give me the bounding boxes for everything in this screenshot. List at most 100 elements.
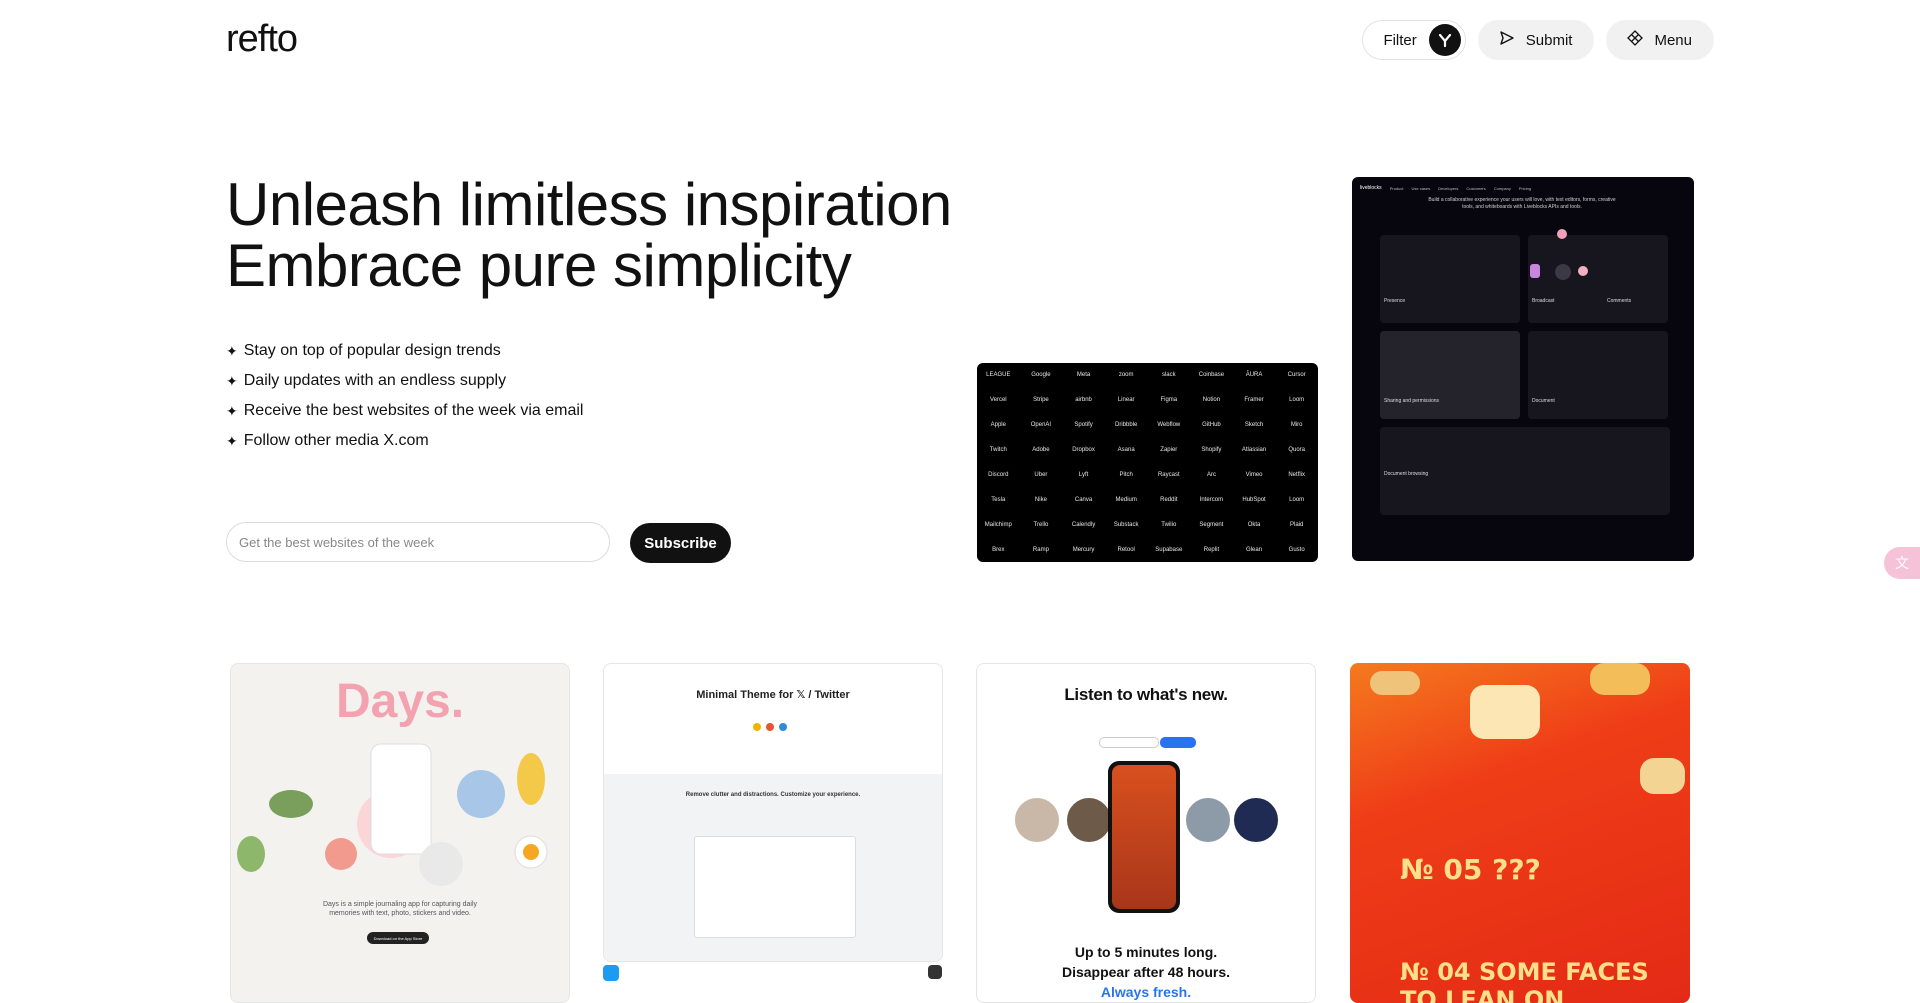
menu-diamond-icon <box>1626 29 1644 51</box>
brand-logo: Netflix <box>1288 471 1306 478</box>
brand-logo: Substack <box>1113 521 1139 528</box>
faces-card[interactable]: № 05 ??? № 04 SOME FACES TO LEAN ON <box>1350 663 1690 1003</box>
speech-bubble <box>1640 758 1685 794</box>
document-label: Document <box>1532 398 1555 404</box>
brand-logo: Nike <box>1034 496 1047 503</box>
broadcast-label: Broadcast <box>1532 298 1555 304</box>
dark-collab-card[interactable]: liveblocks Product Use cases Developers … <box>1352 177 1694 561</box>
pink-dot <box>1557 229 1567 239</box>
twitter-theme-title: Minimal Theme for 𝕏 / Twitter <box>696 689 850 701</box>
document-panel <box>1528 331 1668 419</box>
logo-wall-grid: LEAGUE Google Meta zoom slack Coinbase ĀURA Cur… <box>977 363 1318 562</box>
open-external-icon[interactable] <box>928 965 942 979</box>
brand-logo: Canva <box>1074 496 1093 503</box>
dark-card-nav-item: Customers <box>1466 185 1486 191</box>
brand-logo: Twilio <box>1161 521 1177 528</box>
filter-button[interactable]: Filter <box>1362 20 1466 60</box>
brand-logo: Loom <box>1289 496 1305 503</box>
presence-label: Presence <box>1384 298 1406 304</box>
feature-text: Follow other media X.com <box>243 432 429 449</box>
email-input[interactable] <box>226 522 610 562</box>
listen-footer-line: Always fresh. <box>1100 984 1192 1000</box>
brand-logo: Brex <box>992 546 1005 553</box>
feature-item: ✦ Stay on top of popular design trends <box>226 336 583 366</box>
brand-logo: Glean <box>1246 546 1263 553</box>
sharing-panel <box>1380 331 1520 419</box>
brand-logo: Dropbox <box>1072 447 1095 454</box>
listen-footer: Up to 5 minutes long. Disappear after 48… <box>977 942 1315 1002</box>
dark-card-nav-item: Use cases <box>1411 185 1431 191</box>
safari-icon <box>603 965 619 981</box>
brand-logo: OpenAI <box>1030 422 1052 429</box>
brand-logo: Reddit <box>1160 496 1178 503</box>
filter-icon <box>1428 24 1461 56</box>
brand-logo: Twitch <box>989 447 1007 454</box>
dark-card-nav: liveblocks Product Use cases Developers … <box>1360 183 1686 193</box>
sparkle-icon: ✦ <box>226 432 238 449</box>
menu-button[interactable]: Menu <box>1606 20 1714 60</box>
comments-label: Comments <box>1607 298 1632 304</box>
brand-logo: Vercel <box>989 397 1007 404</box>
brand-logo: Medium <box>1115 496 1137 503</box>
speech-bubble <box>1470 685 1540 739</box>
speech-bubble <box>1370 671 1420 695</box>
twitter-theme-subtitle: Remove clutter and distractions. Customi… <box>685 792 861 798</box>
brand-logo: Segment <box>1199 521 1224 528</box>
hero-title: Unleash limitless inspiration Embrace pu… <box>226 174 952 296</box>
days-card[interactable]: Days. Days is a simple journaling app fo… <box>230 663 570 1003</box>
top-nav: Filter Submit Menu <box>1362 20 1714 60</box>
speech-bubble <box>1590 663 1650 695</box>
brand-logo: Miro <box>1290 422 1303 429</box>
brand-logo: Intercom <box>1199 496 1224 503</box>
feature-list: ✦ Stay on top of popular design trends ✦ D… <box>226 336 583 456</box>
brand-logo: Ramp <box>1032 546 1049 553</box>
brand-logo: Framer <box>1244 397 1264 404</box>
brand-logo: Okta <box>1247 521 1261 528</box>
brand-logo: Replit <box>1203 546 1220 553</box>
refto-logo[interactable]: refto <box>226 18 298 61</box>
listen-card[interactable]: Listen to what's new. Up to 5 minutes lo… <box>976 663 1316 1003</box>
translate-icon: 文 <box>1895 555 1909 571</box>
brand-logo: slack <box>1161 372 1176 379</box>
brand-logo: Arc <box>1206 471 1216 478</box>
filter-label: Filter <box>1383 31 1417 49</box>
brand-logo: Quora <box>1288 447 1306 454</box>
brand-logo: Trello <box>1033 521 1049 528</box>
listen-email-mock <box>1099 737 1159 748</box>
brand-logo: Figma <box>1160 397 1178 404</box>
document-browsing-label: Document browsing <box>1384 471 1429 477</box>
brand-logo: Supabase <box>1155 546 1183 553</box>
avatar <box>1232 796 1280 844</box>
sparkle-icon: ✦ <box>226 372 238 389</box>
feature-text: Stay on top of popular design trends <box>243 342 501 359</box>
purple-block <box>1530 264 1540 278</box>
sparkle-icon: ✦ <box>226 402 238 419</box>
days-collage <box>237 743 548 886</box>
subscribe-button[interactable]: Subscribe <box>630 523 731 563</box>
dark-card-brand: liveblocks <box>1360 185 1382 191</box>
browser-icons <box>753 723 787 731</box>
logo-wall-card[interactable]: LEAGUE Google Meta zoom slack Coinbase ĀURA Cur… <box>977 363 1318 562</box>
listen-cta-mock <box>1160 737 1196 748</box>
dark-card-nav-item: Company <box>1493 185 1511 191</box>
brand-logo: Sketch <box>1244 422 1264 429</box>
translate-widget[interactable]: 文 <box>1884 547 1920 579</box>
avatar <box>1013 796 1061 844</box>
feature-item: ✦ Daily updates with an endless supply <box>226 366 583 396</box>
days-subtitle: Days is a simple journaling app for capt… <box>322 901 478 917</box>
brand-logo: Mercury <box>1072 546 1095 553</box>
brand-logo: zoom <box>1118 372 1134 379</box>
brand-logo: Shopify <box>1201 447 1222 454</box>
brand-logo: Meta <box>1076 372 1091 379</box>
twitter-theme-card[interactable]: Minimal Theme for 𝕏 / Twitter Remove clu… <box>603 663 943 962</box>
dark-card-nav-item: Developers <box>1438 185 1459 191</box>
pink-dot <box>1578 266 1588 276</box>
menu-label: Menu <box>1654 31 1692 49</box>
listen-footer-line: Up to 5 minutes long. <box>1074 944 1218 960</box>
brand-logo: Zapier <box>1160 447 1178 454</box>
submit-button[interactable]: Submit <box>1477 20 1595 60</box>
days-title: Days. <box>335 675 465 728</box>
brand-logo: Raycast <box>1157 471 1180 478</box>
app-store-button[interactable]: Download on the App Store <box>367 932 429 944</box>
phone-mock <box>1108 761 1180 913</box>
